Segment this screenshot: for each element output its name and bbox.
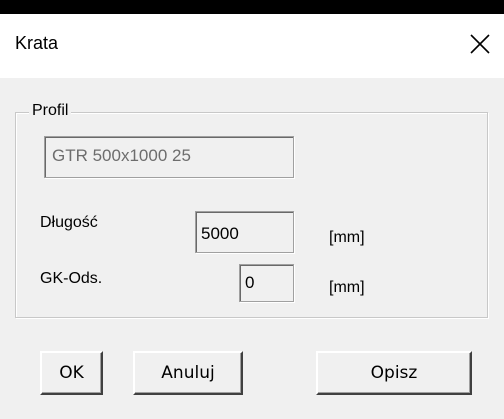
window-title: Krata <box>15 33 59 53</box>
profile-field: GTR 500x1000 25 <box>44 136 294 178</box>
groupbox-legend: Profil <box>29 102 72 120</box>
top-text-fragment: y dp <box>150 0 196 13</box>
gk-offset-label: GK-Ods. <box>40 270 103 287</box>
gk-offset-unit: [mm] <box>329 279 365 296</box>
length-unit: [mm] <box>329 229 365 246</box>
title-bar: Krata <box>0 14 504 78</box>
length-input[interactable]: 5000 <box>195 211 294 253</box>
gk-offset-input[interactable]: 0 <box>239 264 294 302</box>
close-button[interactable] <box>462 26 498 62</box>
cancel-button[interactable]: Anuluj <box>133 351 243 395</box>
dialog-window: y dp Krata Profil GTR 500x1000 25 Długoś… <box>0 0 504 419</box>
window-top-strip: y dp <box>0 0 504 14</box>
length-label: Długość <box>40 214 98 231</box>
close-icon <box>470 34 490 54</box>
describe-button[interactable]: Opisz <box>316 351 472 395</box>
ok-button[interactable]: OK <box>40 351 103 395</box>
